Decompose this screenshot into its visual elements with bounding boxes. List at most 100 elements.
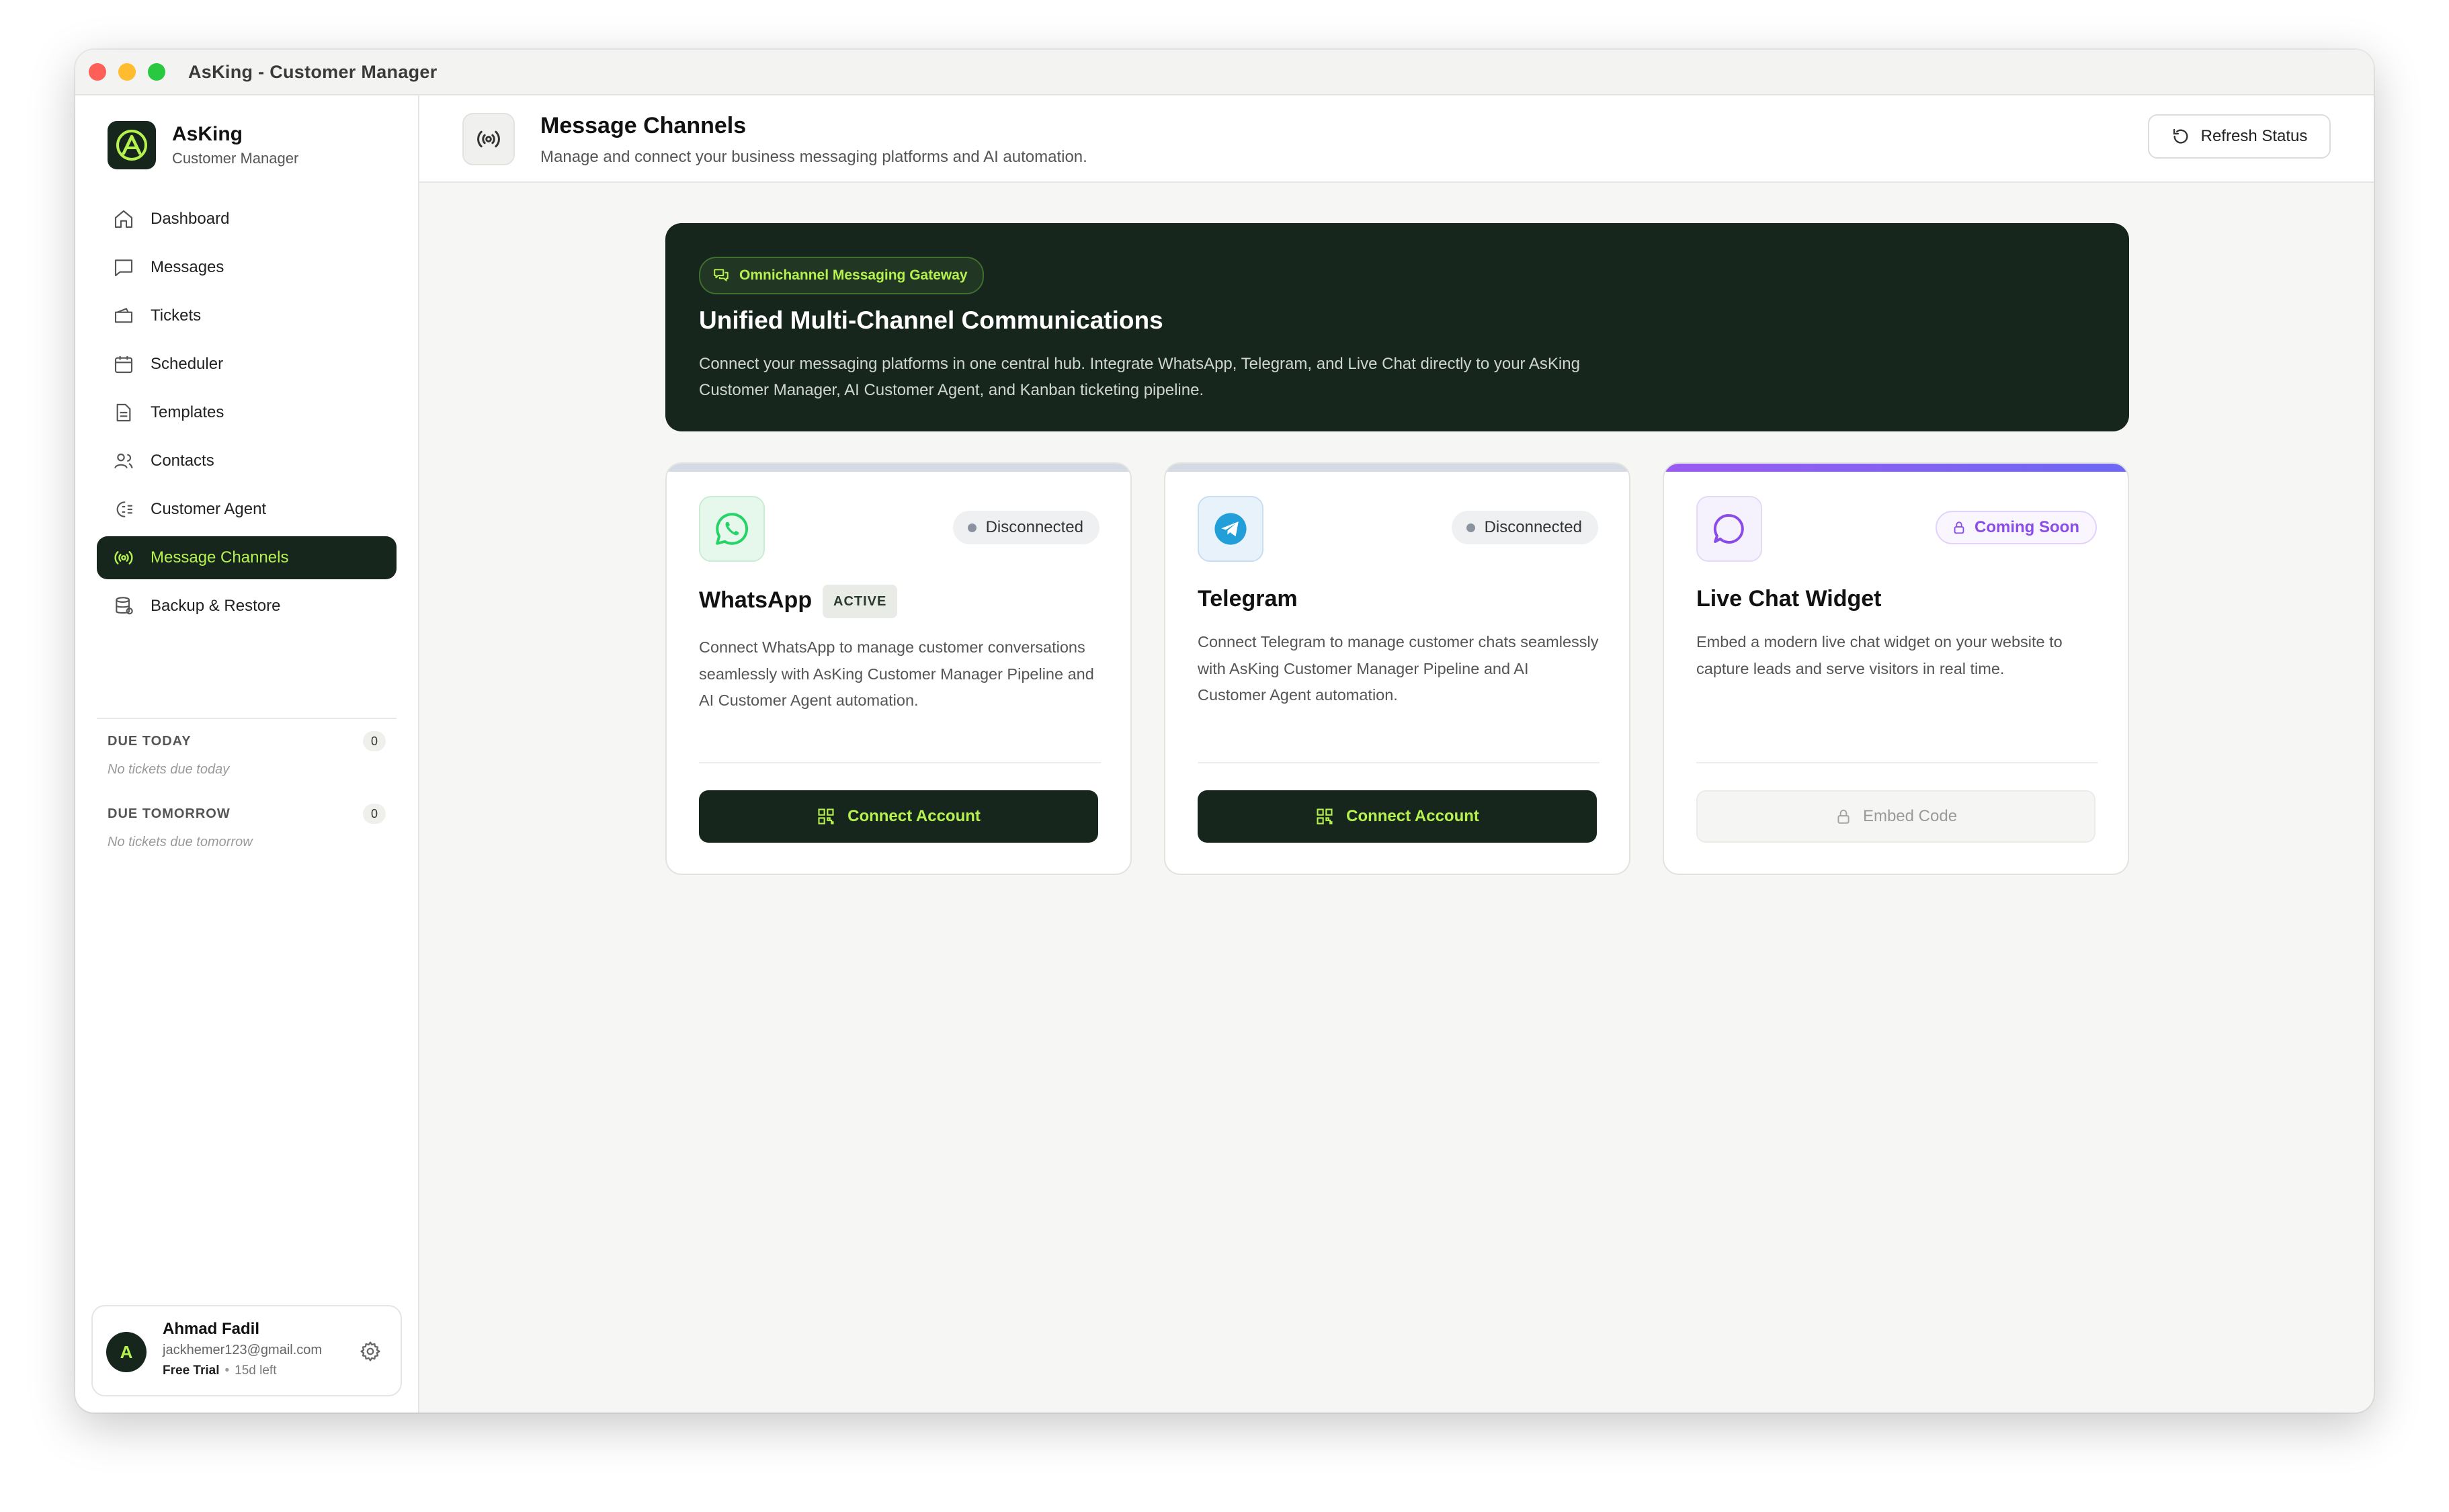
sidebar-item-templates[interactable]: Templates xyxy=(97,391,397,434)
due-tomorrow-section: DUE TOMORROW 0 No tickets due tomorrow xyxy=(108,804,386,850)
live-chat-channel-card: Coming Soon Live Chat Widget Embed a mod… xyxy=(1663,462,2129,875)
title-bar: AsKing - Customer Manager xyxy=(75,50,2374,95)
gear-icon[interactable] xyxy=(359,1340,382,1363)
ticket-icon xyxy=(114,308,133,323)
window-title: AsKing - Customer Manager xyxy=(188,61,438,82)
status-dot xyxy=(1466,523,1475,532)
sidebar-divider xyxy=(97,718,397,719)
sidebar-item-label: Messages xyxy=(151,258,224,276)
channel-name: Live Chat Widget xyxy=(1696,586,1882,612)
due-today-title: DUE TODAY xyxy=(108,733,192,749)
maximize-window-button[interactable] xyxy=(148,63,165,81)
refresh-icon xyxy=(2173,128,2188,144)
channel-description: Connect WhatsApp to manage customer conv… xyxy=(699,638,1094,709)
whatsapp-connect-account-button[interactable]: Connect Account xyxy=(699,790,1098,843)
telegram-channel-card: Disconnected Telegram Connect Telegram t… xyxy=(1164,462,1630,875)
whatsapp-status-badge: Disconnected xyxy=(952,511,1099,544)
brand-subtitle: Customer Manager xyxy=(172,150,299,167)
window-controls xyxy=(89,63,165,81)
channel-name: Telegram xyxy=(1198,586,1298,612)
hero-pill: Omnichannel Messaging Gateway xyxy=(699,257,984,294)
hero-title: Unified Multi-Channel Communications xyxy=(699,306,1163,334)
trial-days-left: 15d left xyxy=(235,1363,277,1378)
page-title: Message Channels xyxy=(540,113,747,138)
refresh-status-label: Refresh Status xyxy=(2200,127,2308,145)
sidebar-item-customer-agent[interactable]: Customer Agent xyxy=(97,488,397,531)
minimize-window-button[interactable] xyxy=(118,63,136,81)
card-accent-bar xyxy=(1664,464,2128,472)
due-tomorrow-empty: No tickets due tomorrow xyxy=(108,835,253,849)
embed-code-button[interactable]: Embed Code xyxy=(1696,790,2095,843)
sidebar-item-message-channels[interactable]: Message Channels xyxy=(97,536,397,579)
due-tomorrow-count: 0 xyxy=(363,804,386,824)
status-label: Disconnected xyxy=(985,518,1083,536)
sidebar-item-dashboard[interactable]: Dashboard xyxy=(97,198,397,241)
app-window: AsKing - Customer Manager AsKing Custome… xyxy=(75,50,2374,1413)
lock-icon xyxy=(1837,809,1850,824)
card-accent-bar xyxy=(667,464,1130,472)
message-square-icon xyxy=(114,259,133,277)
hero-pill-label: Omnichannel Messaging Gateway xyxy=(739,267,968,283)
refresh-status-button[interactable]: Refresh Status xyxy=(2148,114,2331,159)
sidebar-item-label: Dashboard xyxy=(151,210,230,228)
sidebar-item-label: Backup & Restore xyxy=(151,597,281,615)
sidebar-item-label: Customer Agent xyxy=(151,500,267,518)
whatsapp-icon xyxy=(699,496,765,562)
lock-icon xyxy=(1954,521,1964,534)
user-email: jackhemer123@gmail.com xyxy=(163,1343,323,1357)
sidebar-item-label: Contacts xyxy=(151,452,214,470)
user-profile-card[interactable]: A Ahmad Fadil jackhemer123@gmail.com Fre… xyxy=(91,1305,402,1396)
brand[interactable]: AsKing Customer Manager xyxy=(108,121,298,169)
due-today-empty: No tickets due today xyxy=(108,762,230,777)
connect-account-label: Connect Account xyxy=(1346,807,1479,825)
plan-name: Free Trial xyxy=(163,1363,220,1378)
users-icon xyxy=(114,453,133,469)
card-divider xyxy=(1696,762,2098,763)
due-today-section: DUE TODAY 0 No tickets due today xyxy=(108,731,386,778)
telegram-connect-account-button[interactable]: Connect Account xyxy=(1198,790,1597,843)
sidebar: AsKing Customer Manager Dashboard Messag… xyxy=(75,95,419,1413)
broadcast-icon xyxy=(462,113,515,165)
chat-bubble-icon xyxy=(1696,496,1762,562)
page-header: Message Channels Manage and connect your… xyxy=(419,95,2374,183)
sidebar-item-tickets[interactable]: Tickets xyxy=(97,294,397,337)
user-name: Ahmad Fadil xyxy=(163,1320,260,1338)
channel-description: Connect Telegram to manage customer chat… xyxy=(1198,633,1599,704)
hero-description: Connect your messaging platforms in one … xyxy=(699,355,1580,399)
card-accent-bar xyxy=(1165,464,1629,472)
separator-dot: • xyxy=(224,1363,230,1378)
live-chat-status-badge: Coming Soon xyxy=(1936,511,2097,544)
card-divider xyxy=(1198,762,1600,763)
sidebar-item-label: Message Channels xyxy=(151,548,289,566)
database-icon xyxy=(116,597,133,615)
ai-agent-icon xyxy=(116,501,133,517)
page-subtitle: Manage and connect your business messagi… xyxy=(540,148,1087,166)
sidebar-item-label: Tickets xyxy=(151,306,202,325)
status-label: Coming Soon xyxy=(1975,518,2079,536)
user-plan-row: Free Trial • 15d left xyxy=(163,1363,322,1378)
sidebar-item-label: Scheduler xyxy=(151,355,224,373)
sidebar-item-messages[interactable]: Messages xyxy=(97,246,397,289)
sidebar-item-contacts[interactable]: Contacts xyxy=(97,439,397,482)
status-dot xyxy=(967,523,977,532)
connect-account-label: Connect Account xyxy=(847,807,981,825)
close-window-button[interactable] xyxy=(89,63,106,81)
hero-banner: Omnichannel Messaging Gateway Unified Mu… xyxy=(665,223,2129,431)
sidebar-item-label: Templates xyxy=(151,403,224,421)
avatar: A xyxy=(106,1332,147,1372)
telegram-icon xyxy=(1198,496,1263,562)
embed-code-label: Embed Code xyxy=(1862,807,1958,825)
due-tomorrow-title: DUE TOMORROW xyxy=(108,806,231,821)
sidebar-item-backup-restore[interactable]: Backup & Restore xyxy=(97,585,397,628)
channel-name: WhatsApp xyxy=(699,587,813,613)
card-divider xyxy=(699,762,1101,763)
status-label: Disconnected xyxy=(1484,518,1582,536)
sidebar-item-scheduler[interactable]: Scheduler xyxy=(97,343,397,386)
due-today-count: 0 xyxy=(363,731,386,751)
home-icon xyxy=(114,210,133,228)
qr-code-icon xyxy=(1317,808,1333,825)
broadcast-icon xyxy=(114,551,133,564)
brand-name: AsKing xyxy=(172,123,243,145)
channel-description: Embed a modern live chat widget on your … xyxy=(1696,633,2063,677)
whatsapp-channel-card: Disconnected WhatsApp ACTIVE Connect Wha… xyxy=(665,462,1132,875)
